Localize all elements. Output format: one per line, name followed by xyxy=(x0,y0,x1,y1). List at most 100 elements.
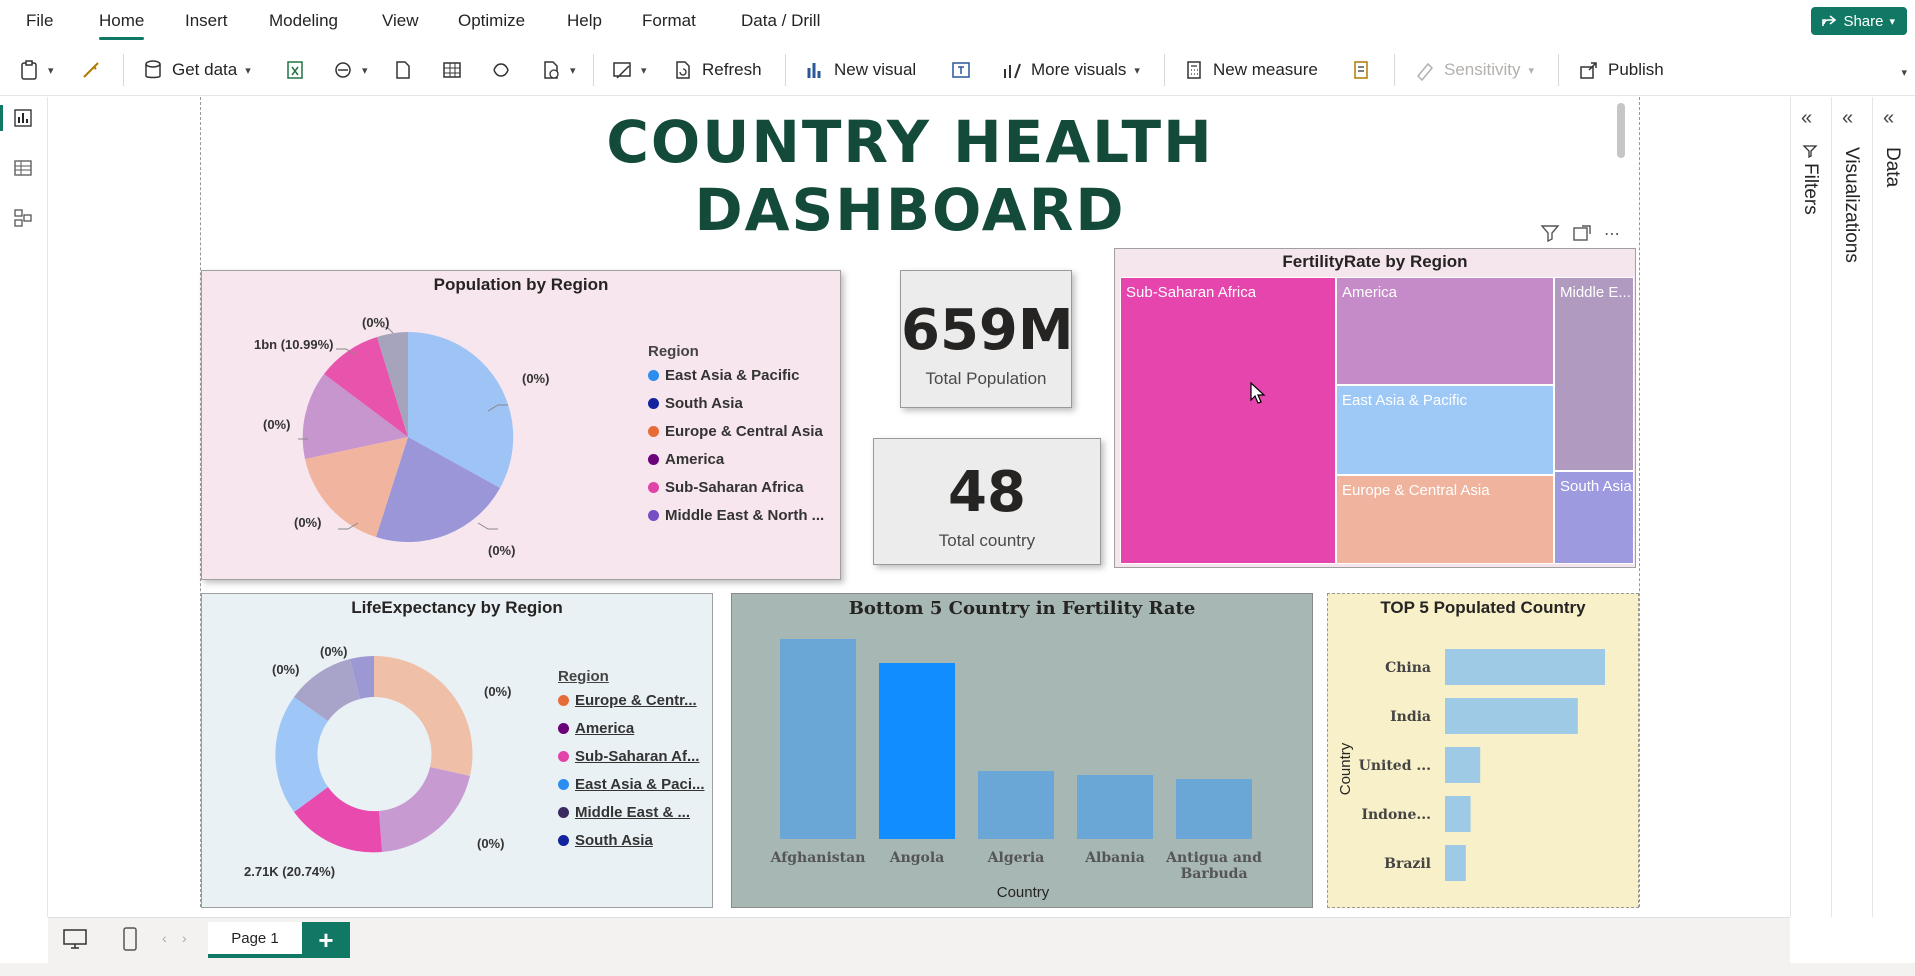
tab-file[interactable]: File xyxy=(26,11,53,31)
dataverse-icon xyxy=(493,63,509,77)
dataverse-button[interactable] xyxy=(490,56,512,84)
bar-brazil[interactable] xyxy=(1445,845,1466,881)
chevron-right-icon[interactable]: › xyxy=(182,930,187,946)
treemap-cell-europe[interactable]: Europe & Central Asia xyxy=(1336,475,1554,564)
top5-bar-chart[interactable]: China India United ... Indone... Brazil Count… xyxy=(1328,594,1640,909)
bar-angola[interactable] xyxy=(879,663,955,839)
legend-dot xyxy=(558,695,569,706)
legend-dot xyxy=(648,398,659,409)
donut-data-label: 2.71K (20.74%) xyxy=(244,864,336,879)
fertility-treemap-visual[interactable]: FertilityRate by Region Sub-Saharan Afri… xyxy=(1114,248,1636,568)
bar-afghanistan[interactable] xyxy=(780,639,856,839)
bar-indone-[interactable] xyxy=(1445,796,1471,832)
legend-item[interactable]: Middle East & North ... xyxy=(648,507,824,524)
tab-insert[interactable]: Insert xyxy=(185,11,228,31)
desktop-layout-icon[interactable] xyxy=(62,928,88,952)
legend-item[interactable]: South Asia xyxy=(648,395,743,412)
toolbar-divider xyxy=(1164,54,1165,86)
bottom5-bar-chart[interactable]: Afghanistan Angola Algeria Albania Antigua a… xyxy=(732,594,1314,909)
donut-data-label: (0%) xyxy=(272,662,300,677)
get-data-button[interactable]: Get data ▾ xyxy=(142,56,251,84)
double-chevron-left-icon[interactable]: « xyxy=(1883,107,1894,130)
life-expectancy-donut-visual[interactable]: LifeExpectancy by Region (0%) (0%) (0%) … xyxy=(201,593,713,908)
refresh-button[interactable]: Refresh xyxy=(672,56,762,84)
legend-item[interactable]: Sub-Saharan Af... xyxy=(558,748,699,765)
treemap-cell-sub-saharan[interactable]: Sub-Saharan Africa xyxy=(1120,277,1336,564)
bar-india[interactable] xyxy=(1445,698,1578,734)
excel-button[interactable] xyxy=(284,56,306,84)
share-button[interactable]: Share ▾ xyxy=(1811,7,1907,35)
double-chevron-left-icon[interactable]: « xyxy=(1842,107,1853,130)
bottom5-fertility-bar-visual[interactable]: Bottom 5 Country in Fertility Rate Afgha… xyxy=(731,593,1313,908)
data-pane[interactable]: « Data xyxy=(1872,97,1912,917)
more-visuals-label: More visuals xyxy=(1031,60,1127,79)
legend-item[interactable]: Sub-Saharan Africa xyxy=(648,479,804,496)
more-visuals-button[interactable]: More visuals ▾ xyxy=(1001,56,1140,84)
legend-dot xyxy=(558,807,569,818)
treemap-cell-east-asia[interactable]: East Asia & Pacific xyxy=(1336,385,1554,475)
add-page-button[interactable]: + xyxy=(302,922,350,958)
excel-icon xyxy=(287,61,303,79)
bar-china[interactable] xyxy=(1445,649,1605,685)
tab-data-drill[interactable]: Data / Drill xyxy=(741,11,820,31)
canvas-scrollbar[interactable] xyxy=(1617,103,1625,158)
transform-data-button[interactable]: ▾ xyxy=(611,56,647,84)
recent-sources-button[interactable]: ▾ xyxy=(540,56,576,84)
new-visual-button[interactable]: New visual xyxy=(804,56,916,84)
tab-view[interactable]: View xyxy=(382,11,419,31)
double-chevron-left-icon[interactable]: « xyxy=(1801,107,1812,130)
format-painter-button[interactable] xyxy=(80,56,102,84)
mobile-layout-icon[interactable] xyxy=(122,926,138,952)
sql-button[interactable] xyxy=(392,56,414,84)
quick-measure-button[interactable] xyxy=(1350,56,1372,84)
legend-item[interactable]: America xyxy=(648,451,724,468)
population-pie-chart[interactable] xyxy=(298,327,518,547)
donut-slice-europe[interactable] xyxy=(374,655,473,776)
visualizations-pane[interactable]: « Visualizations xyxy=(1831,97,1871,917)
report-view-icon[interactable] xyxy=(12,107,34,129)
tab-help[interactable]: Help xyxy=(567,11,602,31)
treemap-cell-south-asia[interactable]: South Asia xyxy=(1554,471,1634,564)
legend-item[interactable]: Europe & Central Asia xyxy=(648,423,823,440)
filters-pane-label: Filters xyxy=(1800,163,1821,215)
bar-algeria[interactable] xyxy=(978,771,1054,839)
more-options-icon[interactable]: ⋯ xyxy=(1604,224,1620,244)
total-population-card[interactable]: 659M Total Population xyxy=(900,270,1074,408)
tab-modeling[interactable]: Modeling xyxy=(269,11,338,31)
filter-icon[interactable] xyxy=(1540,224,1560,242)
publish-button[interactable]: Publish xyxy=(1578,56,1664,84)
legend-item[interactable]: Europe & Centr... xyxy=(558,692,697,709)
tab-optimize[interactable]: Optimize xyxy=(458,11,525,31)
legend-item[interactable]: South Asia xyxy=(558,832,653,849)
legend-item[interactable]: East Asia & Paci... xyxy=(558,776,705,793)
total-population-label: Total Population xyxy=(925,369,1047,388)
population-pie-visual[interactable]: Population by Region (0%) (0%) (0%) (0%)… xyxy=(201,270,841,580)
model-view-icon[interactable] xyxy=(12,207,34,229)
ribbon-collapse-icon[interactable]: ▾ xyxy=(1901,66,1907,79)
tab-home[interactable]: Home xyxy=(99,11,145,40)
bar-united-[interactable] xyxy=(1445,747,1481,783)
paste-button[interactable]: ▾ xyxy=(18,56,54,84)
sensitivity-button[interactable]: Sensitivity ▾ xyxy=(1414,56,1534,84)
life-expectancy-donut-chart[interactable] xyxy=(274,654,474,854)
text-box-button[interactable] xyxy=(950,56,972,84)
donut-slice-america[interactable] xyxy=(379,767,470,852)
bar-antigua-and-barbuda[interactable] xyxy=(1176,779,1252,839)
page-tab-page-1[interactable]: Page 1 xyxy=(208,922,302,958)
legend-item[interactable]: America xyxy=(558,720,634,737)
top5-populated-bar-visual[interactable]: TOP 5 Populated Country China India United… xyxy=(1327,593,1639,908)
treemap-cell-middle-east[interactable]: Middle E... xyxy=(1554,277,1634,471)
chevron-left-icon[interactable]: ‹ xyxy=(162,930,167,946)
tab-format[interactable]: Format xyxy=(642,11,696,31)
onelake-button[interactable]: ▾ xyxy=(332,56,368,84)
enter-data-button[interactable] xyxy=(441,56,463,84)
treemap-cell-america[interactable]: America xyxy=(1336,277,1554,385)
filters-pane[interactable]: « Filters xyxy=(1790,97,1830,917)
total-country-card[interactable]: 48 Total country xyxy=(873,438,1101,565)
focus-mode-icon[interactable] xyxy=(1572,224,1592,242)
legend-item[interactable]: Middle East & ... xyxy=(558,804,690,821)
new-measure-button[interactable]: New measure xyxy=(1183,56,1318,84)
bar-albania[interactable] xyxy=(1077,775,1153,839)
legend-item[interactable]: East Asia & Pacific xyxy=(648,367,800,384)
table-view-icon[interactable] xyxy=(12,157,34,179)
